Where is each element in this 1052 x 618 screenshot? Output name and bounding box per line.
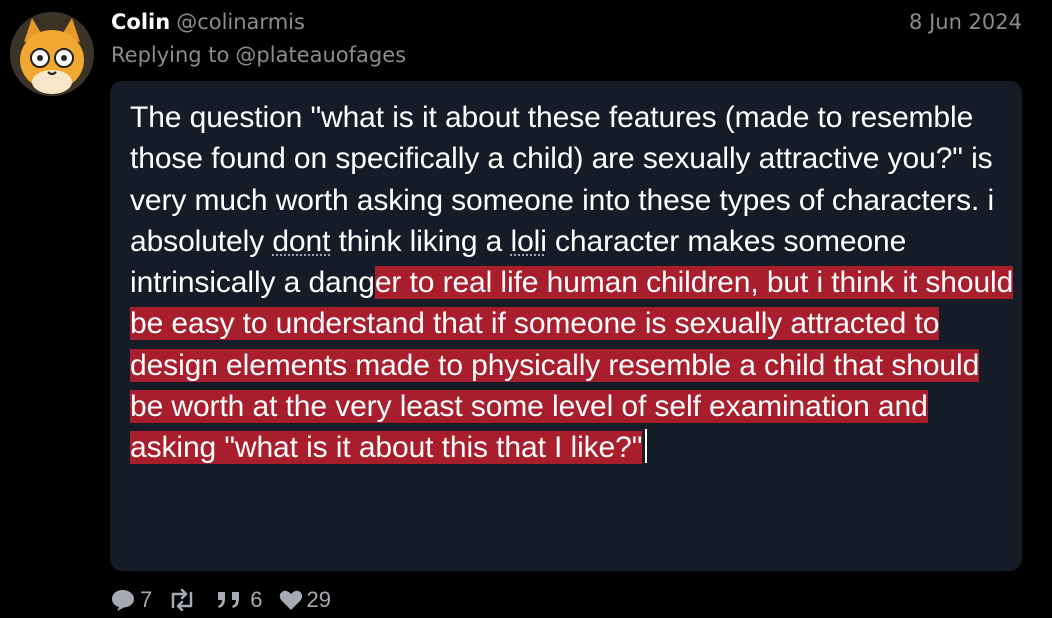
like-button[interactable]: 29 (279, 587, 331, 613)
replying-to-mention[interactable]: @plateauofages (235, 43, 406, 67)
spellcheck-word: loli (510, 224, 547, 258)
speech-bubble-icon (112, 590, 134, 611)
quote-icon (218, 592, 240, 608)
author-handle[interactable]: @colinarmis (176, 10, 305, 34)
spellcheck-word: dont (272, 224, 331, 258)
heart-icon (279, 590, 302, 610)
retweet-icon (172, 589, 193, 611)
tweet-date[interactable]: 8 Jun 2024 (909, 8, 1022, 36)
author-row: Colin @colinarmis (111, 8, 305, 36)
reply-count: 7 (140, 587, 153, 612)
tweet-actions: 7 6 29 (110, 586, 347, 614)
avatar[interactable] (10, 12, 94, 96)
retweet-button[interactable] (168, 589, 200, 611)
quote-count: 6 (250, 587, 263, 612)
text-caret (645, 429, 648, 464)
author-name[interactable]: Colin (111, 10, 170, 34)
quote-button[interactable]: 6 (216, 587, 263, 613)
like-count: 29 (306, 587, 331, 612)
replying-label: Replying to (111, 43, 230, 67)
tweet-text-part: think liking a (330, 224, 511, 258)
tweet-text: The question "what is it about these fea… (130, 97, 1018, 469)
replying-to-row: Replying to @plateauofages (111, 41, 406, 69)
reply-button[interactable]: 7 (110, 587, 152, 613)
cat-avatar-icon (10, 12, 94, 96)
tweet-header: Colin @colinarmis 8 Jun 2024 Replying to @… (111, 8, 1022, 68)
